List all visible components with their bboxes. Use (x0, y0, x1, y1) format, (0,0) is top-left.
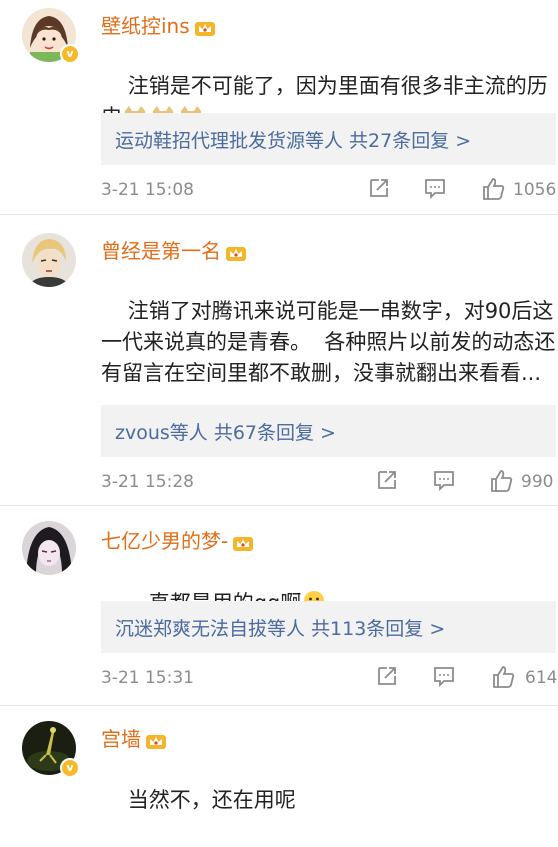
comment-text-body: 当然不，还在用呢 (127, 788, 296, 812)
reply-summary-link[interactable]: 运动鞋招代理批发货源等人 共27条回复 > (115, 126, 471, 153)
thumbs-up-icon[interactable] (481, 176, 507, 202)
comment-text: 注销了对腾讯来说可能是一串数字，对90后这一代来说真的是青春。 各种照片以前发的… (101, 265, 556, 393)
vip-crown-icon (226, 246, 246, 261)
like-count: 990 (521, 472, 554, 492)
like-count: 614 (525, 668, 558, 688)
share-icon[interactable] (375, 664, 399, 688)
username[interactable]: 壁纸控ins (101, 10, 216, 39)
comment-item: 七亿少男的梦- 一直都是用的qq啊 沉迷郑爽无法自拔等人 共113条回复 > 3… (0, 505, 558, 706)
reply-summary-link[interactable]: zvous等人 共67条回复 > (115, 418, 336, 445)
verified-badge: v (60, 44, 80, 64)
username[interactable]: 宫墙 (101, 723, 167, 752)
reply-summary-link[interactable]: 沉迷郑爽无法自拔等人 共113条回复 > (115, 614, 445, 641)
comment-icon[interactable] (423, 176, 447, 200)
vip-crown-icon (146, 734, 166, 749)
share-icon[interactable] (367, 176, 391, 200)
timestamp: 3-21 15:08 (101, 180, 194, 200)
comment-item: v 宫墙 当然不，还在用呢 (0, 705, 558, 812)
like-count: 1056 (513, 180, 557, 200)
comment-footer: 3-21 15:08 1056 (101, 176, 558, 206)
comment-footer: 3-21 15:31 614 (101, 664, 558, 694)
comment-footer: 3-21 15:28 990 (101, 468, 558, 498)
comment-text: 一直都是用的qq啊 (101, 557, 556, 615)
username[interactable]: 七亿少男的梦- (101, 525, 254, 554)
comment-item: 曾经是第一名 注销了对腾讯来说可能是一串数字，对90后这一代来说真的是青春。 各… (0, 215, 558, 506)
comment-text: 当然不，还在用呢 (101, 754, 556, 812)
thumbs-up-icon[interactable] (489, 468, 515, 494)
timestamp: 3-21 15:31 (101, 668, 194, 688)
reply-summary-box[interactable]: 沉迷郑爽无法自拔等人 共113条回复 > (101, 601, 556, 653)
username-text[interactable]: 宫墙 (101, 727, 141, 751)
comment-text: 注销是不可能了，因为里面有很多非主流的历史 (101, 40, 556, 129)
timestamp: 3-21 15:28 (101, 472, 194, 492)
username-text[interactable]: 壁纸控ins (101, 14, 190, 38)
vip-crown-icon (233, 536, 254, 551)
thumbs-up-icon[interactable] (491, 664, 517, 690)
reply-summary-box[interactable]: 运动鞋招代理批发货源等人 共27条回复 > (101, 113, 556, 165)
avatar[interactable] (22, 233, 76, 287)
username-text[interactable]: 七亿少男的梦- (101, 529, 228, 553)
comment-item: v 壁纸控ins 注销是不可能了，因为里面有很多非主流的历史 运动鞋招代理批发货… (0, 0, 558, 215)
comment-icon[interactable] (432, 664, 456, 688)
vip-crown-icon (194, 21, 215, 36)
comment-icon[interactable] (432, 468, 456, 492)
reply-summary-box[interactable]: zvous等人 共67条回复 > (101, 405, 556, 457)
comment-text-body: 注销了对腾讯来说可能是一串数字，对90后这一代来说真的是青春。 各种照片以前发的… (101, 299, 556, 385)
avatar[interactable] (22, 521, 76, 575)
verified-badge: v (60, 758, 80, 778)
share-icon[interactable] (375, 468, 399, 492)
username[interactable]: 曾经是第一名 (101, 235, 247, 264)
username-text[interactable]: 曾经是第一名 (101, 239, 221, 263)
